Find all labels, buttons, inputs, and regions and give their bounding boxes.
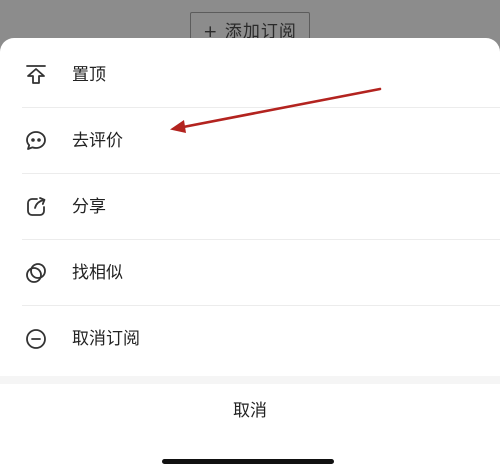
menu-item-label: 置顶: [72, 65, 106, 85]
share-icon: [24, 195, 48, 219]
comment-icon: [24, 129, 48, 153]
cancel-button[interactable]: 取消: [0, 384, 500, 444]
unsubscribe-icon: [24, 327, 48, 351]
menu-item-review[interactable]: 去评价: [0, 108, 500, 174]
section-gap: [0, 376, 500, 384]
menu-item-share[interactable]: 分享: [0, 174, 500, 240]
menu-item-pin-to-top[interactable]: 置顶: [0, 42, 500, 108]
menu-item-label: 取消订阅: [72, 329, 140, 349]
menu-item-find-similar[interactable]: 找相似: [0, 240, 500, 306]
find-similar-icon: [24, 261, 48, 285]
pin-to-top-icon: [24, 63, 48, 87]
action-sheet: 置顶 去评价 分享 找相似 取消订阅 取消: [0, 38, 500, 475]
menu-item-label: 分享: [72, 197, 106, 217]
menu-item-unsubscribe[interactable]: 取消订阅: [0, 306, 500, 372]
home-indicator: [162, 459, 334, 464]
menu-item-label: 去评价: [72, 131, 123, 151]
menu-item-label: 找相似: [72, 263, 123, 283]
